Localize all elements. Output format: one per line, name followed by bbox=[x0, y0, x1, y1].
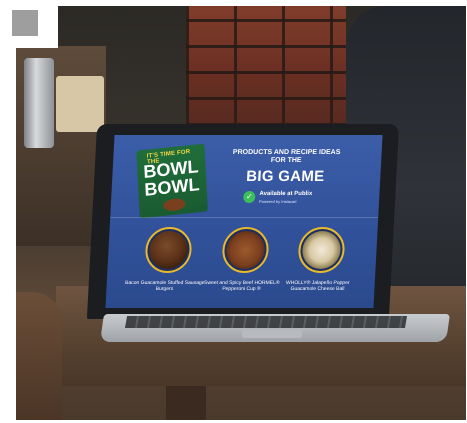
availability-subtext: Powered by Instacart bbox=[258, 199, 297, 204]
photo-frame: IT'S TIME FOR THE BOWL BOWL PRODUCTS AND… bbox=[0, 0, 467, 423]
headline-big: BIG GAME bbox=[245, 168, 325, 185]
logo-word-2: BOWL bbox=[143, 174, 200, 200]
availability-text[interactable]: Available at Publix bbox=[259, 191, 312, 197]
section-divider bbox=[110, 217, 379, 218]
placeholder-square bbox=[12, 10, 38, 36]
recipe-image-1[interactable] bbox=[144, 227, 193, 273]
laptop-keyboard bbox=[124, 316, 408, 328]
headline-small: PRODUCTS AND RECIPE IDEAS FOR THE bbox=[232, 149, 341, 164]
metal-canister bbox=[24, 58, 54, 148]
laptop-trackpad bbox=[242, 330, 302, 338]
brick-wall bbox=[186, 6, 346, 126]
recipe-caption-2[interactable]: Sweet and Spicy Beef HORMEL® Pepperoni C… bbox=[201, 280, 282, 292]
recipe-caption-3[interactable]: WHOLLY® Jalapeño Popper Guacamole Cheese… bbox=[277, 280, 358, 292]
paper-stack bbox=[56, 76, 104, 132]
check-icon: ✓ bbox=[242, 191, 256, 203]
wooden-chair bbox=[16, 292, 62, 420]
corner-badge bbox=[0, 0, 58, 48]
recipe-image-2[interactable] bbox=[221, 227, 270, 273]
recipe-image-3[interactable] bbox=[297, 227, 346, 273]
bowl-bowl-logo: IT'S TIME FOR THE BOWL BOWL bbox=[136, 143, 208, 219]
scene-photo: IT'S TIME FOR THE BOWL BOWL PRODUCTS AND… bbox=[16, 6, 466, 420]
laptop-screen: IT'S TIME FOR THE BOWL BOWL PRODUCTS AND… bbox=[105, 135, 383, 308]
recipe-caption-1[interactable]: Bacon Guacamole Stuffed Sausage Burgers bbox=[124, 280, 205, 292]
table-leg bbox=[166, 386, 206, 420]
football-icon bbox=[163, 197, 186, 212]
